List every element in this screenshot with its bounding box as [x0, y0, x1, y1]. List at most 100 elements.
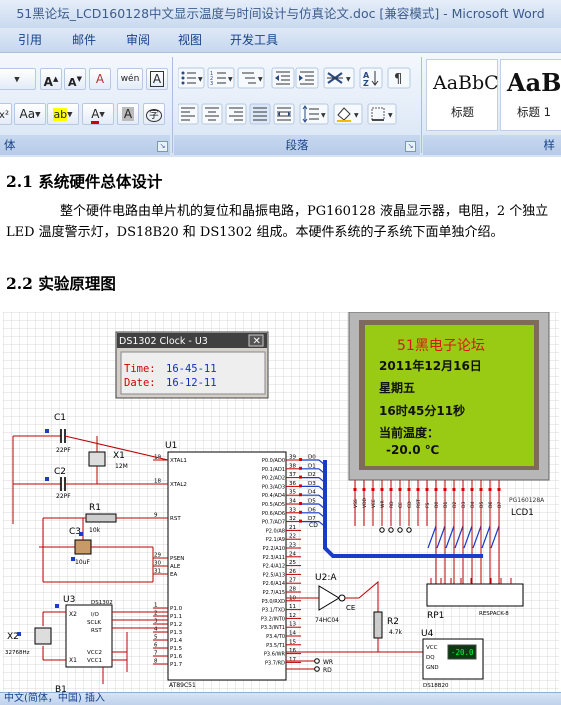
mcu-pin-number: 4 — [154, 627, 158, 633]
mcu-pin-name: P1.1 — [170, 614, 182, 620]
clear-formatting-button[interactable]: A — [89, 68, 111, 90]
document-page[interactable]: 2.1 系统硬件总体设计 整个硬件电路由单片机的复位和晶振电路，PG160128… — [0, 157, 561, 692]
x1-label: X1 — [113, 451, 125, 461]
mcu-pin-name: P2.1/A9 — [266, 537, 285, 543]
mcu-pin-name: P0.7/AD7 — [262, 520, 285, 526]
phonetic-guide-button[interactable]: wén — [117, 68, 143, 90]
mcu-pin-name: P3.7/RD — [265, 660, 285, 666]
pin-state-marker — [470, 488, 474, 491]
mcu-pin-name: P2.5/A13 — [263, 572, 285, 578]
shading-button[interactable]: ▼ — [333, 103, 363, 125]
font-dialog-launcher-icon[interactable]: ↘ — [157, 141, 168, 152]
u3-label: U3 — [63, 595, 75, 605]
align-left-button[interactable] — [178, 103, 199, 125]
font-color-button[interactable]: A▼ — [82, 103, 114, 125]
style-heading1-gallery-item[interactable]: AaB 标题 1 — [500, 59, 561, 131]
style-name: 标题 1 — [517, 105, 551, 119]
mcu-pin-name: PSEN — [170, 556, 184, 562]
lcd-pin-name: D7 — [497, 502, 503, 508]
grow-font-button[interactable]: A▲ — [40, 68, 62, 90]
pin-state-marker — [398, 488, 402, 491]
numbering-button[interactable]: 123 ▼ — [207, 67, 235, 89]
mcu-pin-name: ALE — [170, 564, 181, 570]
distributed-button[interactable] — [273, 103, 295, 125]
mcu-pin-number: 27 — [289, 578, 296, 584]
multilevel-list-button[interactable]: ▼ — [237, 67, 265, 89]
ds1302-clock-window[interactable]: DS1302 Clock - U3 ✕ Time: 16-45-11 Date:… — [115, 331, 269, 399]
bullets-button[interactable]: ▼ — [178, 67, 205, 89]
data-bus-label: D1 — [308, 463, 316, 469]
sort-button[interactable]: A Z — [359, 67, 383, 89]
style-normal-gallery-item[interactable]: AaBbC 标题 — [426, 59, 499, 131]
highlight-color-button[interactable]: ab▼ — [47, 103, 79, 125]
show-marks-button[interactable]: ¶ — [387, 67, 411, 89]
u2-label: U2:A — [315, 573, 337, 583]
tab-mailings[interactable]: 邮件 — [72, 28, 96, 52]
mcu-pin-name: P3.6/WR — [264, 652, 286, 658]
pin-state-marker — [452, 488, 456, 491]
lcd-pin-name: VSS — [353, 499, 359, 508]
svg-text:▼: ▼ — [321, 112, 326, 119]
mcu-pin-number: 22 — [289, 534, 296, 540]
bus-entry — [445, 525, 455, 549]
mcu-left-pins: 19XTAL118XTAL29RST29PSEN30ALE31EA1P1.02P… — [153, 455, 187, 668]
tab-developer[interactable]: 开发工具 — [230, 28, 278, 52]
tab-references[interactable]: 引用 — [18, 28, 42, 52]
mcu-pin-name: P2.2/A10 — [263, 546, 285, 552]
svg-text:▼: ▼ — [258, 76, 263, 83]
x2-value: 32768Hz — [5, 650, 30, 656]
b1-label: B1 — [55, 685, 67, 692]
data-bus-label: D4 — [308, 490, 316, 496]
increase-indent-button[interactable] — [295, 67, 319, 89]
mcu-pin-number: 33 — [289, 507, 296, 513]
mcu-pin-number: 37 — [289, 472, 296, 478]
bus-entry — [472, 525, 482, 549]
mcu-pin-number: 34 — [289, 499, 296, 505]
mcu-pin-name: RST — [170, 516, 181, 522]
u3-pin-vcc1: VCC1 — [87, 658, 102, 664]
u3-pin-rst: RST — [91, 628, 102, 634]
borders-button[interactable]: ▼ — [367, 103, 397, 125]
decrease-indent-button[interactable] — [271, 67, 295, 89]
reset-circuit: R1 10k C3 10uF — [39, 503, 168, 583]
justify-button[interactable] — [249, 103, 271, 125]
svg-text:▼: ▼ — [388, 112, 393, 119]
mcu-pin-name: P3.2/INT0 — [261, 616, 285, 622]
data-bus-label: D2 — [308, 472, 316, 478]
mcu-pin-number: 12 — [289, 613, 296, 619]
mcu-pin-number: 38 — [289, 463, 296, 469]
change-case-button[interactable]: Aa▼ — [14, 103, 46, 125]
paragraph-group-label: 段落 — [174, 135, 420, 155]
mcu-pin-name: P1.0 — [170, 606, 183, 612]
shrink-font-button[interactable]: A▼ — [64, 68, 86, 90]
character-border-button[interactable]: A — [146, 68, 168, 90]
enclose-characters-button[interactable]: 字 — [143, 103, 165, 125]
chinese-layout-button[interactable]: ▼ — [323, 67, 355, 89]
pin-state-marker — [479, 488, 483, 491]
body-paragraph: 整个硬件电路由单片机的复位和晶振电路，PG160128 液晶显示器，电阻，2 个… — [6, 204, 549, 240]
tab-view[interactable]: 视图 — [178, 28, 202, 52]
tab-review[interactable]: 审阅 — [126, 28, 150, 52]
lcd-pin-name: RD — [389, 501, 395, 508]
mcu-pin-number: 39 — [289, 455, 296, 461]
x1-value: 12M — [115, 463, 128, 470]
align-right-button[interactable] — [225, 103, 247, 125]
paragraph-dialog-launcher-icon[interactable]: ↘ — [405, 141, 416, 152]
mcu-pin-number: 6 — [154, 643, 158, 649]
pin-state-marker — [407, 488, 411, 491]
mcu-pin-number: 26 — [289, 569, 296, 575]
character-shading-button[interactable]: A — [117, 103, 139, 125]
lcd-line-4: 16时45分11秒 — [379, 403, 465, 418]
rp1-part: RESPACK-8 — [479, 611, 509, 617]
close-icon-glyph: ✕ — [253, 336, 261, 347]
superscript-button[interactable]: x² — [0, 103, 12, 125]
pin-state-marker — [371, 488, 375, 491]
lcd-pin-name: D1 — [443, 502, 449, 508]
u4-pin-vcc: VCC — [426, 645, 438, 651]
align-center-button[interactable] — [201, 103, 223, 125]
rp1-label: RP1 — [427, 611, 444, 621]
font-group-label: 体 — [0, 135, 170, 155]
line-spacing-button[interactable]: ▼ — [299, 103, 329, 125]
pin-state-marker — [461, 488, 465, 491]
font-size-dropdown[interactable]: ▼ — [0, 68, 36, 90]
